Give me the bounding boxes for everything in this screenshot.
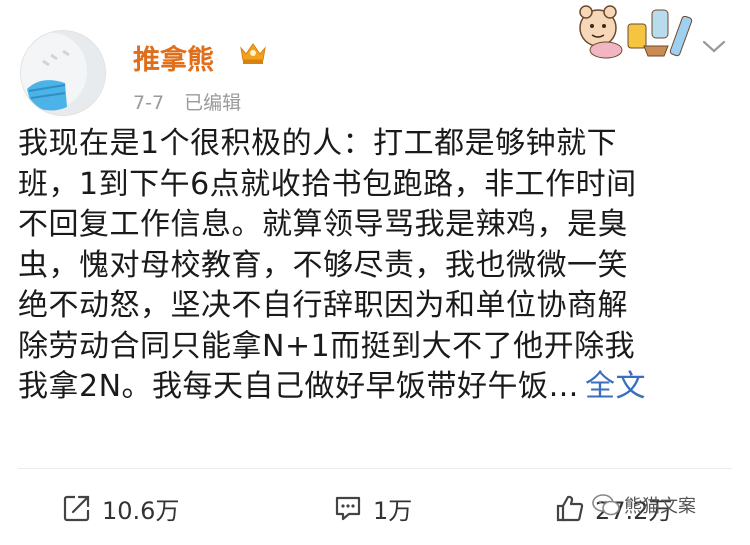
post-header: 推拿熊 7-7 已编辑: [0, 0, 750, 120]
chevron-down-icon[interactable]: [700, 36, 728, 56]
repost-icon: [63, 495, 90, 522]
watermark-text: 熊猫文案: [624, 496, 696, 517]
wechat-icon: [592, 494, 620, 516]
avatar[interactable]: [20, 30, 106, 116]
username[interactable]: 推拿熊: [133, 38, 214, 77]
comment-button[interactable]: 1万: [333, 488, 412, 528]
sticker-icon: [579, 5, 693, 59]
post-date: 7-7: [133, 92, 165, 114]
post-text-line: 绝不动怒，坚决不自行辞职因为和单位协商解: [18, 288, 628, 323]
post-text-line: 班，1到下午6点就收拾书包跑路，非工作时间: [18, 166, 637, 202]
post-meta: 7-7 已编辑: [133, 88, 255, 115]
edited-label: 已编辑: [184, 92, 242, 114]
full-text-link[interactable]: 全文: [585, 369, 646, 404]
post-text-line-last: 我拿2N。我每天自己做好早饭带好午饭… 全文: [18, 367, 730, 408]
post-text-line: 不回复工作信息。就算领导骂我是辣鸡，是臭: [18, 207, 628, 242]
comment-count: 1万: [373, 496, 413, 525]
divider: [18, 468, 732, 469]
repost-button[interactable]: 10.6万: [62, 488, 179, 528]
post-text-tail: 我拿2N。我每天自己做好早饭带好午饭…: [18, 369, 580, 404]
post-text-line: 除劳动合同只能拿N+1而挺到大不了他开除我: [18, 328, 636, 364]
watermark: 熊猫文案: [592, 492, 696, 518]
avatar-image: [21, 31, 105, 115]
post-text-line: 虫，愧对母校教育，不够尽责，我也微微一笑: [18, 247, 628, 283]
crown-icon: [240, 43, 266, 64]
comment-icon: [335, 496, 361, 521]
repost-count: 10.6万: [102, 496, 180, 525]
post-content: 我现在是1个很积极的人：打工都是够钟就下 班，1到下午6点就收拾书包跑路，非工作…: [18, 124, 730, 408]
post-text-line: 我现在是1个很积极的人：打工都是够钟就下: [18, 126, 618, 161]
thumbs-up-icon: [556, 495, 584, 522]
